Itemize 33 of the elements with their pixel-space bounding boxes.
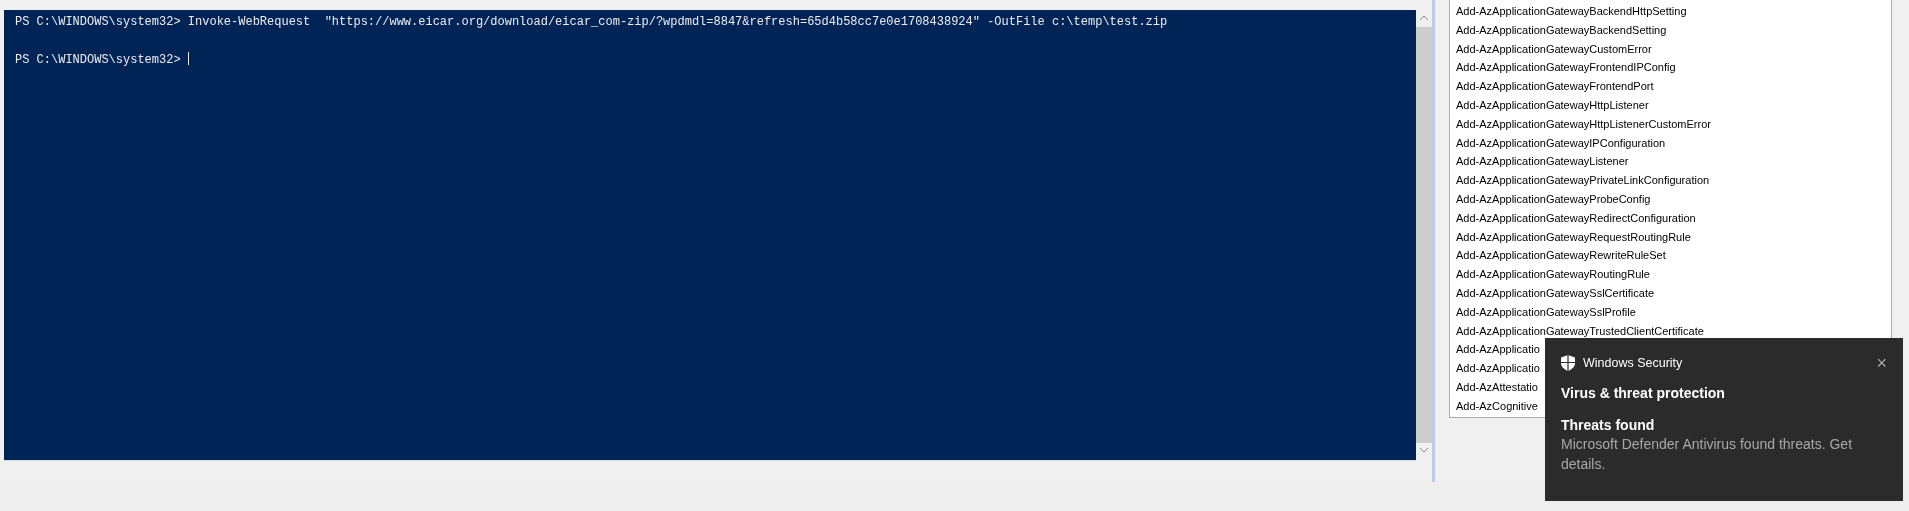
command-item[interactable]: Add-AzApplicationGatewayRequestRoutingRule bbox=[1456, 227, 1691, 247]
command-item[interactable]: Add-AzApplicationGatewayRoutingRule bbox=[1456, 265, 1650, 284]
command-item[interactable]: Add-AzApplicationGatewayFrontendPort bbox=[1456, 77, 1654, 96]
command-item[interactable]: Add-AzApplicationGatewayProbeConfig bbox=[1456, 189, 1651, 209]
scroll-up-icon[interactable] bbox=[1420, 15, 1428, 20]
app-name: Windows Security bbox=[1583, 356, 1684, 370]
command-item[interactable]: Add-AzApplicationGatewayHttpListener bbox=[1456, 96, 1649, 115]
console-line: PS C:\WINDOWS\system32> Invoke-WebRequest "https://www.eicar.org/download/eicar_com-zip/?wpdmdl=8847&refresh=65d4b58cc7e0e1708438924" -OutFile c:\temp\test.zip bbox=[15, 15, 1168, 29]
notification-toast[interactable]: Windows Security × Virus & threat protection Threats found Microsoft Defender Antivirus found threats. Get details. bbox=[1545, 338, 1903, 501]
command-item[interactable]: Add-AzAttestatio bbox=[1456, 377, 1538, 397]
shield-icon bbox=[1561, 355, 1575, 371]
close-button[interactable]: × bbox=[1876, 355, 1887, 371]
command-item[interactable]: Add-AzApplicationGatewayBackendSetting bbox=[1456, 20, 1667, 40]
command-item[interactable]: Add-AzApplicationGatewayBackendHttpSetting bbox=[1456, 2, 1687, 21]
command-item[interactable]: Add-AzApplicationGatewayIPConfiguration bbox=[1456, 133, 1666, 153]
command-item[interactable]: Add-AzCognitive bbox=[1456, 396, 1538, 416]
notification-message[interactable]: Microsoft Defender Antivirus found threats. Get details. bbox=[1561, 434, 1881, 474]
command-item[interactable]: Add-AzApplicationGatewayHttpListenerCustomError bbox=[1456, 114, 1711, 134]
command-item[interactable]: Add-AzApplicationGatewaySslProfile bbox=[1456, 302, 1636, 322]
command-item[interactable]: Add-AzApplicatio bbox=[1456, 340, 1540, 360]
command-item[interactable]: Add-AzApplicationGatewayFrontendIPConfig bbox=[1456, 58, 1676, 78]
command-item[interactable]: Add-AzApplicationGatewaySslCertificate bbox=[1456, 283, 1655, 303]
command-item[interactable]: Add-AzApplicationGatewayTrustedClientCertificate bbox=[1456, 321, 1704, 341]
command-item[interactable]: Add-AzApplicationGatewayRedirectConfiguration bbox=[1456, 208, 1696, 228]
command-item[interactable]: Add-AzApplicationGatewayListener bbox=[1456, 152, 1629, 172]
command-item[interactable]: Add-AzApplicationGatewayCustomError bbox=[1456, 39, 1652, 59]
notification-heading: Threats found bbox=[1561, 417, 1656, 433]
notification-title: Virus & threat protection bbox=[1561, 385, 1726, 401]
command-item[interactable]: Add-AzApplicatio bbox=[1456, 359, 1540, 378]
command-item[interactable]: Add-AzApplicationGatewayPrivateLinkConfiguration bbox=[1456, 171, 1710, 190]
command-item[interactable]: Add-AzApplicationGatewayRewriteRuleSet bbox=[1456, 246, 1666, 266]
console-line: PS C:\WINDOWS\system32> bbox=[15, 53, 182, 67]
scroll-down-icon[interactable] bbox=[1420, 448, 1428, 453]
